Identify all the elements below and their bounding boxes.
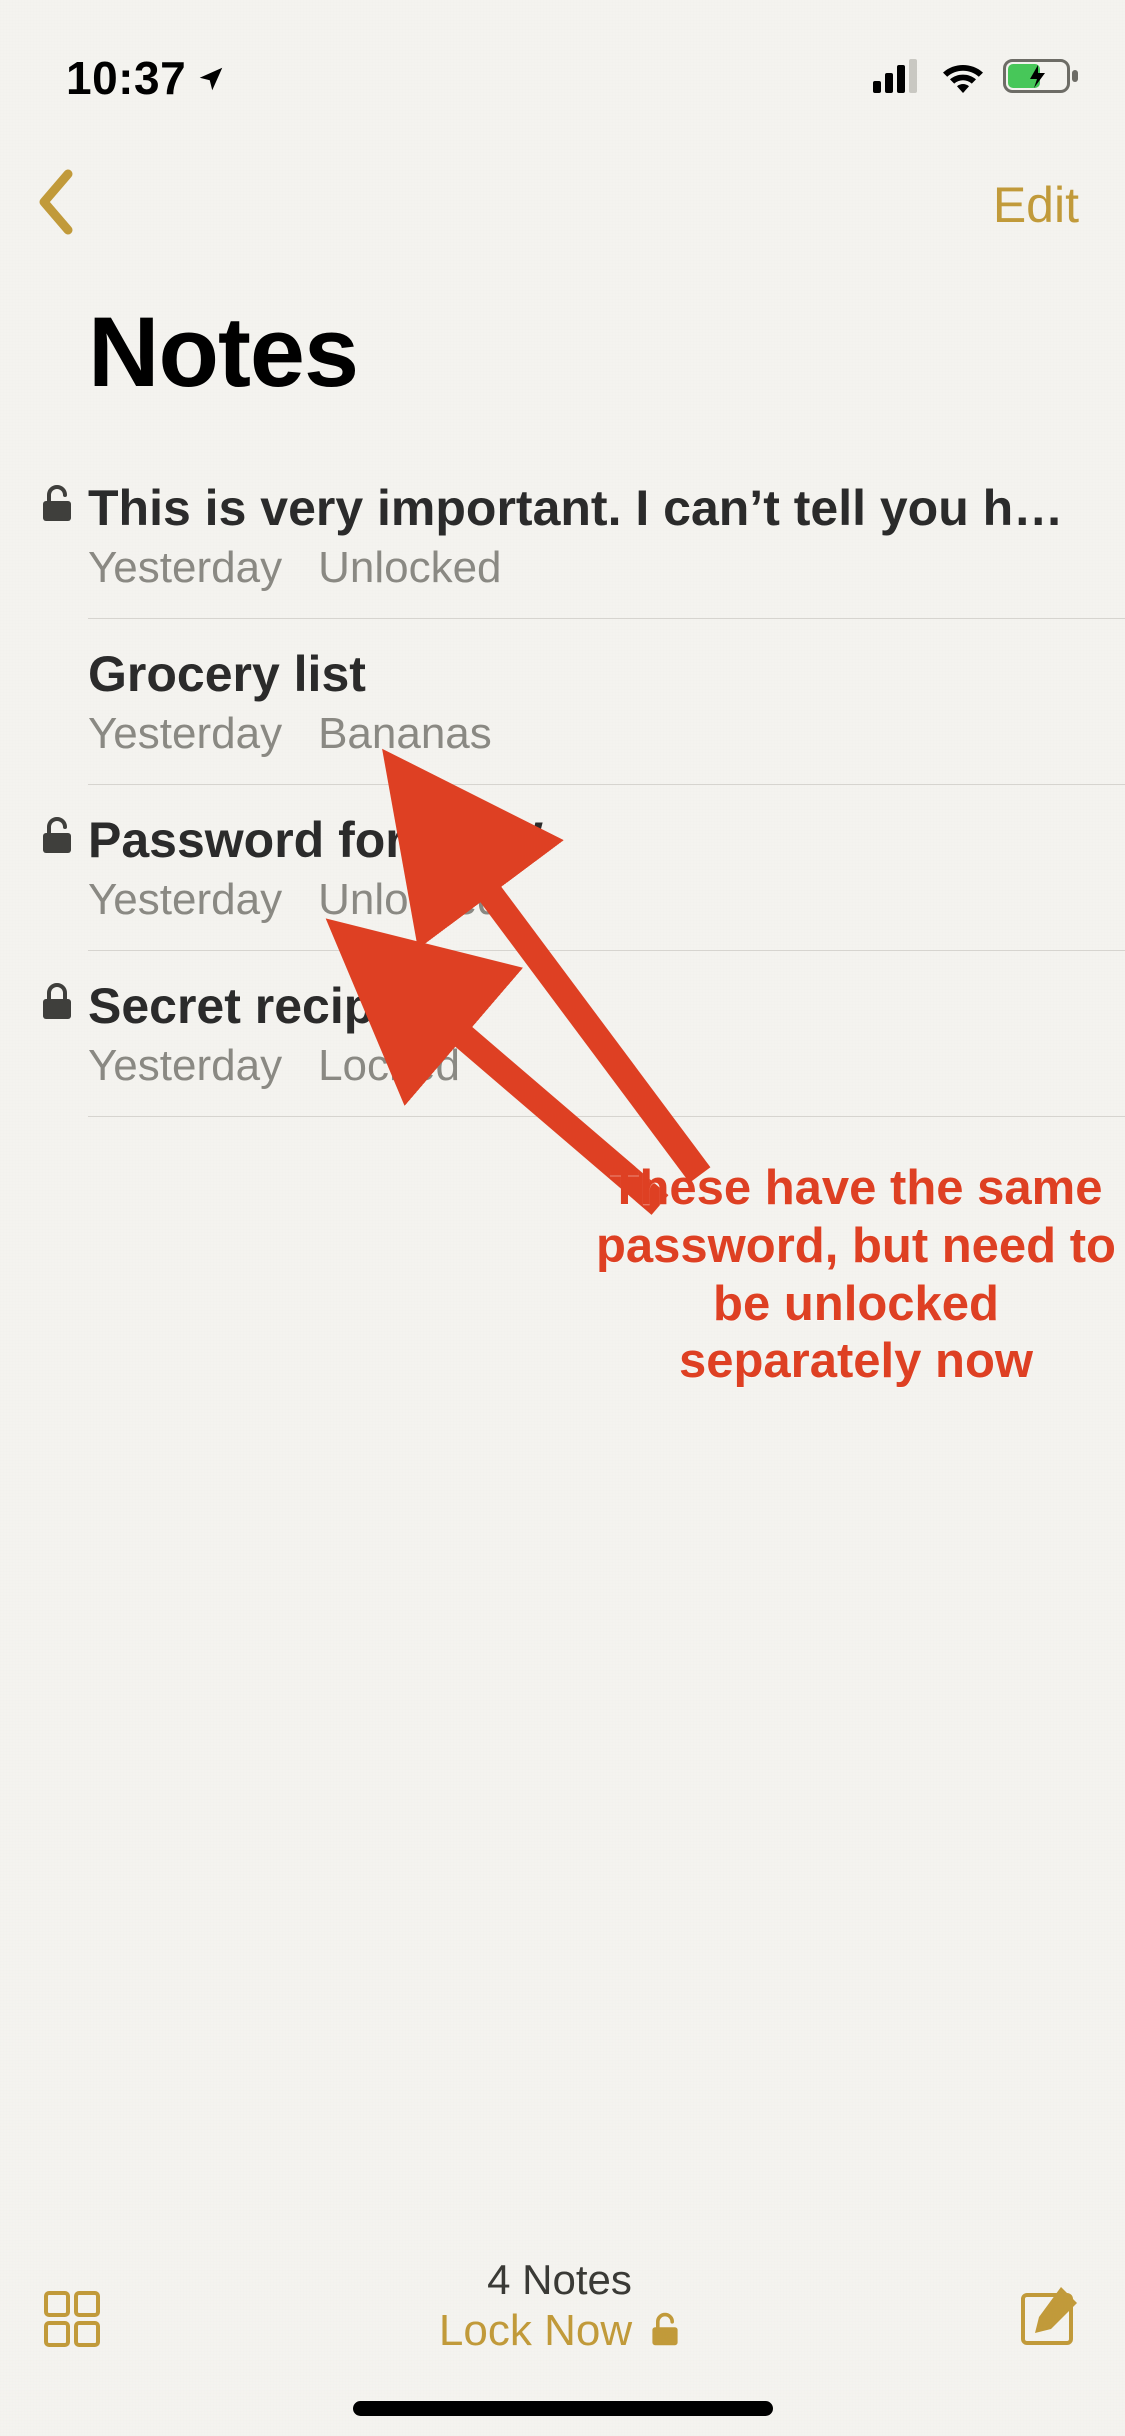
note-date: Yesterday	[88, 1041, 282, 1091]
lock-closed-icon	[26, 977, 88, 1021]
note-title: Secret recipe	[88, 977, 1089, 1035]
home-indicator[interactable]	[353, 2401, 773, 2416]
lock-open-icon	[650, 2311, 680, 2352]
status-bar: 10:37	[0, 0, 1125, 110]
status-right	[873, 57, 1081, 100]
note-title: Password for WoW	[88, 811, 1089, 869]
notes-count-label: 4 Notes	[439, 2256, 680, 2304]
battery-charging-icon	[1003, 57, 1081, 100]
nav-bar: Edit	[0, 110, 1125, 251]
location-arrow-icon	[196, 51, 226, 105]
cellular-signal-icon	[873, 59, 923, 98]
note-row[interactable]: Password for WoW Yesterday Unlocked	[0, 785, 1125, 951]
edit-button[interactable]: Edit	[993, 176, 1089, 234]
note-row[interactable]: This is very important. I can’t tell you…	[0, 453, 1125, 619]
note-date: Yesterday	[88, 709, 282, 759]
lock-now-button[interactable]: Lock Now	[439, 2306, 680, 2356]
lock-open-icon	[26, 811, 88, 855]
note-date: Yesterday	[88, 875, 282, 925]
note-title: Grocery list	[88, 645, 1089, 703]
lock-now-label: Lock Now	[439, 2306, 632, 2356]
folders-grid-button[interactable]	[40, 2287, 104, 2356]
page-title: Notes	[0, 251, 1125, 453]
note-row[interactable]: Secret recipe Yesterday Locked	[0, 951, 1125, 1117]
annotation-text: These have the same password, but need t…	[596, 1160, 1116, 1391]
note-preview: Locked	[318, 1041, 460, 1091]
wifi-icon	[939, 59, 987, 98]
compose-button[interactable]	[1015, 2281, 1085, 2356]
note-preview: Unlocked	[318, 543, 501, 593]
note-date: Yesterday	[88, 543, 282, 593]
chevron-left-icon	[36, 168, 76, 236]
status-time: 10:37	[66, 51, 186, 105]
status-left: 10:37	[66, 51, 226, 105]
notes-list: This is very important. I can’t tell you…	[0, 453, 1125, 1117]
grid-icon	[40, 2287, 104, 2351]
note-preview: Bananas	[318, 709, 492, 759]
note-title: This is very important. I can’t tell you…	[88, 479, 1089, 537]
back-button[interactable]	[36, 168, 76, 241]
compose-icon	[1015, 2281, 1085, 2351]
note-preview: Unlocked	[318, 875, 501, 925]
lock-open-icon	[26, 479, 88, 523]
note-row[interactable]: Grocery list Yesterday Bananas	[0, 619, 1125, 785]
